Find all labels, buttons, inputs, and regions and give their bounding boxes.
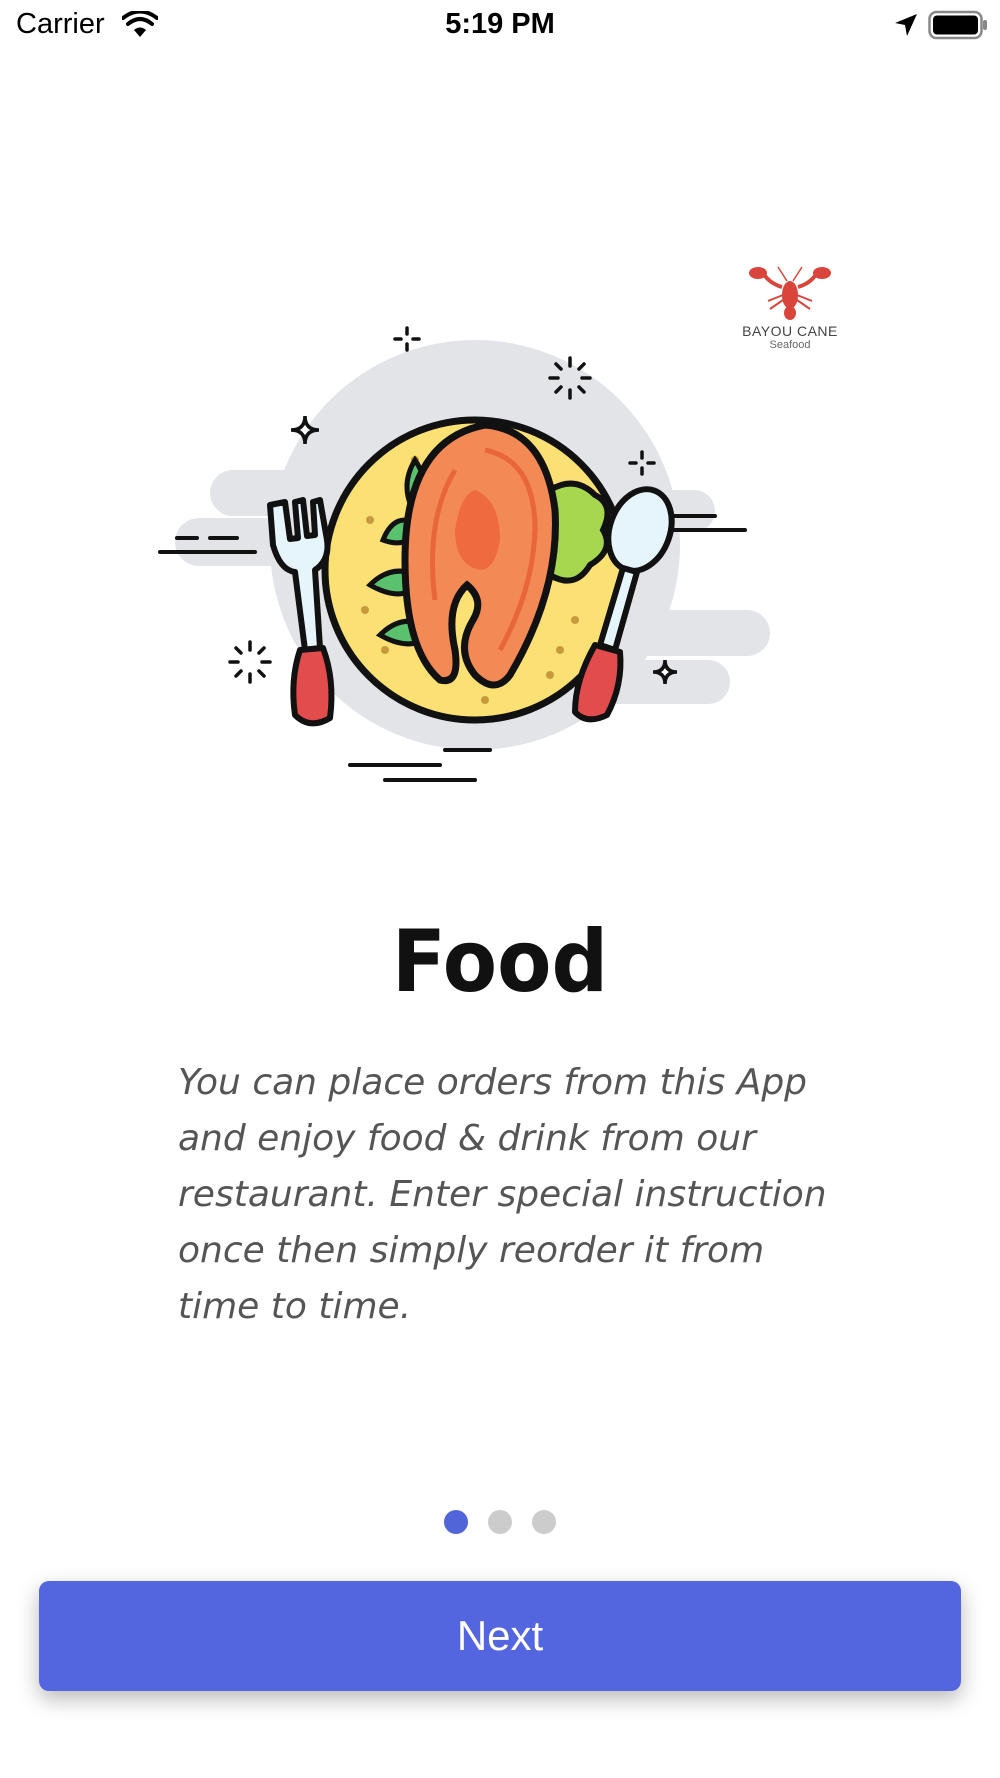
status-bar: Carrier 5:19 PM bbox=[0, 0, 1000, 52]
crawfish-logo-icon bbox=[749, 266, 831, 320]
page-indicator[interactable] bbox=[0, 1510, 1000, 1534]
location-arrow-icon bbox=[895, 14, 917, 36]
next-button[interactable]: Next bbox=[39, 1581, 961, 1691]
clock-time: 5:19 PM bbox=[445, 8, 555, 40]
onboarding-title: Food bbox=[391, 912, 609, 1012]
battery-icon bbox=[928, 10, 987, 40]
onboarding-description: You can place orders from this App and e… bbox=[178, 1062, 827, 1327]
page-dot-2[interactable] bbox=[488, 1510, 512, 1534]
food-plate-illustration bbox=[158, 326, 770, 782]
page-dot-1[interactable] bbox=[444, 1510, 468, 1534]
page-dot-3[interactable] bbox=[532, 1510, 556, 1534]
